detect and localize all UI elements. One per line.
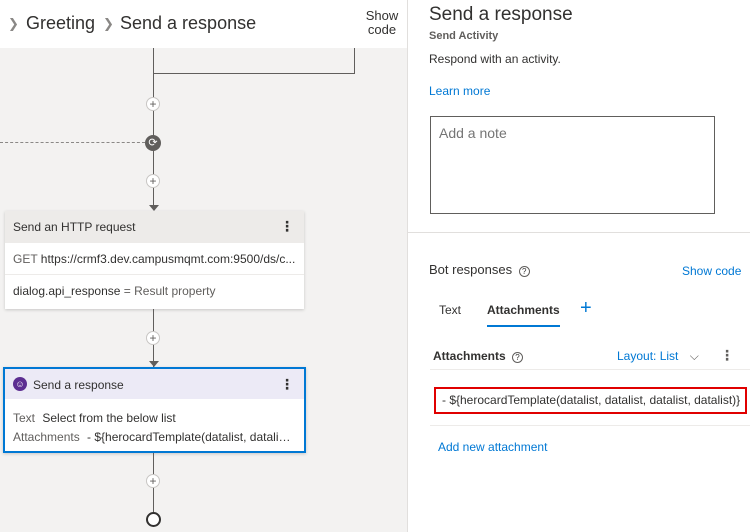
bot-responses-text: Bot responses: [429, 262, 513, 277]
show-code-button[interactable]: Show code: [360, 9, 404, 37]
result-variable: dialog.api_response: [13, 284, 121, 298]
send-response-card[interactable]: ☺ Send a response ⋮ Text Select from the…: [3, 367, 306, 453]
connector-line: [153, 73, 355, 74]
panel-subtitle: Send Activity: [429, 30, 499, 42]
card-title: Send an HTTP request: [13, 220, 136, 234]
add-tab-icon[interactable]: +: [580, 298, 592, 318]
canvas-header: ❯ Greeting ❯ Send a response Show code: [0, 0, 407, 48]
http-result-row: dialog.api_response = Result property: [5, 275, 304, 307]
add-new-attachment-link[interactable]: Add new attachment: [438, 440, 547, 454]
more-options-icon[interactable]: ⋮: [280, 218, 294, 235]
http-url: https://crmf3.dev.campusmqmt.com:9500/ds…: [40, 252, 296, 266]
bot-icon: ☺: [13, 377, 27, 391]
more-options-icon[interactable]: ⋮: [280, 376, 294, 393]
text-value: Select from the below list: [42, 411, 176, 425]
card-title: Send a response: [33, 378, 124, 392]
layout-label: Layout: List: [617, 349, 679, 363]
attachments-value: - ${herocardTemplate(datalist, datalist.…: [87, 430, 298, 444]
http-method: GET: [13, 252, 38, 266]
loop-connector: [0, 142, 145, 143]
learn-more-link[interactable]: Learn more: [429, 84, 490, 98]
tab-text[interactable]: Text: [439, 303, 461, 317]
show-code-link[interactable]: Show code: [682, 264, 741, 278]
connector-line: [354, 48, 355, 74]
add-node-button[interactable]: +: [146, 474, 160, 488]
layout-dropdown[interactable]: Layout: List ⌵: [617, 349, 699, 364]
response-text-row: Text Select from the below list: [5, 409, 304, 427]
panel-description: Respond with an activity.: [429, 52, 561, 66]
properties-panel: Send a response Send Activity Respond wi…: [407, 0, 750, 532]
http-request-card[interactable]: Send an HTTP request ⋮ GET https://crmf3…: [5, 211, 304, 309]
info-icon[interactable]: ?: [518, 266, 530, 277]
attachments-label: Attachments: [13, 430, 80, 444]
breadcrumb-item-send-response[interactable]: Send a response: [120, 13, 256, 34]
info-icon[interactable]: ?: [512, 352, 524, 363]
more-options-icon[interactable]: ⋮: [720, 347, 734, 364]
add-node-button[interactable]: +: [146, 331, 160, 345]
add-node-button[interactable]: +: [146, 174, 160, 188]
card-header: Send an HTTP request ⋮: [5, 211, 304, 243]
authoring-canvas: ❯ Greeting ❯ Send a response Show code +…: [0, 0, 407, 532]
text-label: Text: [13, 411, 36, 425]
card-header: ☺ Send a response ⋮: [5, 369, 304, 399]
breadcrumb-item-greeting[interactable]: Greeting: [26, 13, 95, 34]
result-suffix: = Result property: [123, 284, 216, 298]
attachments-header-text: Attachments: [433, 349, 506, 363]
chevron-right-icon: ❯: [103, 16, 114, 31]
panel-title: Send a response: [429, 4, 573, 25]
row-divider: [430, 369, 750, 370]
end-node: [146, 512, 161, 527]
loop-icon: ⟳: [145, 135, 161, 151]
note-input[interactable]: [430, 116, 715, 214]
attachment-item[interactable]: - ${herocardTemplate(datalist, datalist,…: [434, 387, 747, 414]
chevron-right-icon: ❯: [8, 16, 19, 31]
chevron-down-icon: ⌵: [689, 349, 699, 363]
row-divider: [430, 425, 750, 426]
attachments-header: Attachments ?: [433, 349, 524, 363]
tab-attachments[interactable]: Attachments: [487, 303, 560, 327]
http-url-row: GET https://crmf3.dev.campusmqmt.com:950…: [5, 243, 304, 275]
bot-responses-label: Bot responses ?: [429, 262, 530, 277]
add-node-button[interactable]: +: [146, 97, 160, 111]
section-divider: [408, 232, 750, 233]
response-attachments-row: Attachments - ${herocardTemplate(datalis…: [5, 427, 304, 447]
